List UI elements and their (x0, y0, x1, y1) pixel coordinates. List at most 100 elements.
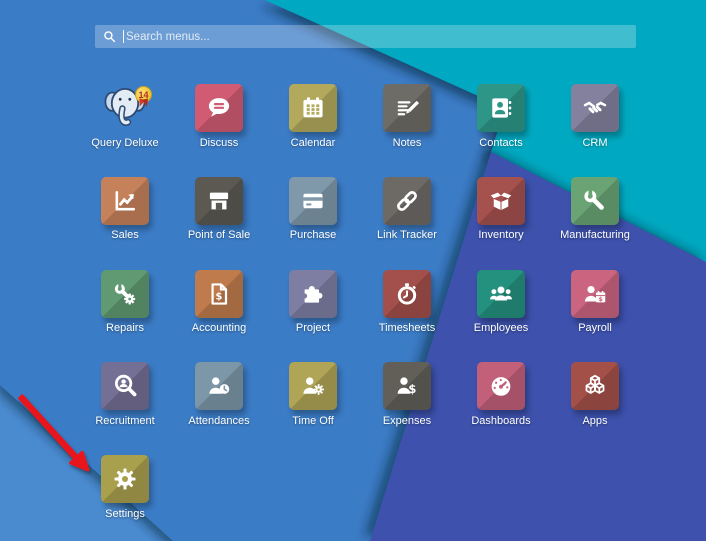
app-tile[interactable] (289, 84, 337, 132)
app-tile[interactable] (101, 270, 149, 318)
app-label: Time Off (292, 415, 334, 427)
app-employees[interactable]: Employees (477, 270, 525, 332)
app-payroll[interactable]: Payroll (571, 270, 619, 332)
app-recruitment[interactable]: Recruitment (101, 362, 149, 424)
app-label: Dashboards (471, 415, 530, 427)
app-label: Project (296, 322, 330, 334)
app-calendar[interactable]: Calendar (289, 84, 337, 146)
crm-icon (581, 94, 609, 122)
app-tile[interactable] (289, 177, 337, 225)
app-label: Timesheets (379, 322, 435, 334)
app-tile[interactable] (101, 177, 149, 225)
app-settings[interactable]: Settings (101, 455, 149, 517)
app-tile[interactable] (383, 362, 431, 410)
app-label: Query Deluxe (91, 137, 158, 149)
app-tile[interactable] (383, 177, 431, 225)
app-label: Recruitment (95, 415, 154, 427)
app-label: Repairs (106, 322, 144, 334)
app-label: CRM (582, 137, 607, 149)
app-tile[interactable] (195, 177, 243, 225)
app-tile[interactable] (477, 84, 525, 132)
app-accounting[interactable]: Accounting (195, 270, 243, 332)
recruitment-icon (111, 372, 139, 400)
dashboards-icon (487, 372, 515, 400)
sales-icon (111, 187, 139, 215)
app-label: Inventory (478, 229, 523, 241)
app-attendances[interactable]: Attendances (195, 362, 243, 424)
app-tile[interactable] (101, 455, 149, 503)
app-label: Link Tracker (377, 229, 437, 241)
app-tile[interactable] (289, 270, 337, 318)
app-label: Employees (474, 322, 528, 334)
calendar-icon (299, 94, 327, 122)
app-tile[interactable] (571, 177, 619, 225)
app-timesheets[interactable]: Timesheets (383, 270, 431, 332)
app-tile[interactable] (477, 177, 525, 225)
app-link-tracker[interactable]: Link Tracker (383, 177, 431, 239)
app-label: Notes (393, 137, 422, 149)
app-crm[interactable]: CRM (571, 84, 619, 146)
search-input[interactable] (126, 31, 628, 43)
app-tile[interactable] (477, 270, 525, 318)
app-tile[interactable] (477, 362, 525, 410)
app-label: Apps (582, 415, 607, 427)
app-repairs[interactable]: Repairs (101, 270, 149, 332)
app-expenses[interactable]: Expenses (383, 362, 431, 424)
app-notes[interactable]: Notes (383, 84, 431, 146)
app-label: Calendar (291, 137, 336, 149)
app-label: Accounting (192, 322, 246, 334)
app-drawer: $ $ (0, 0, 706, 541)
app-label: Discuss (200, 137, 239, 149)
app-query-deluxe[interactable]: 14 Query Deluxe (101, 84, 149, 146)
app-inventory[interactable]: Inventory (477, 177, 525, 239)
contacts-icon (487, 94, 515, 122)
app-tile[interactable] (571, 362, 619, 410)
project-icon (299, 280, 327, 308)
app-tile[interactable] (195, 362, 243, 410)
app-discuss[interactable]: Discuss (195, 84, 243, 146)
app-label: Purchase (290, 229, 336, 241)
app-manufacturing[interactable]: Manufacturing (571, 177, 619, 239)
app-tile[interactable] (571, 270, 619, 318)
app-label: Contacts (479, 137, 522, 149)
app-label: Manufacturing (560, 229, 630, 241)
app-label: Payroll (578, 322, 612, 334)
app-tile[interactable] (101, 362, 149, 410)
settings-icon (111, 465, 139, 493)
text-caret (123, 30, 124, 43)
apps-icon (581, 372, 609, 400)
app-grid: 14 Query Deluxe Discuss Calendar N (101, 84, 619, 517)
purchase-icon (299, 187, 327, 215)
app-tile[interactable] (571, 84, 619, 132)
app-tile[interactable] (195, 84, 243, 132)
app-purchase[interactable]: Purchase (289, 177, 337, 239)
discuss-icon (205, 94, 233, 122)
timeoff-icon (299, 372, 327, 400)
search-bar[interactable] (95, 25, 636, 48)
app-tile[interactable] (195, 270, 243, 318)
app-time-off[interactable]: Time Off (289, 362, 337, 424)
app-sales[interactable]: Sales (101, 177, 149, 239)
app-dashboards[interactable]: Dashboards (477, 362, 525, 424)
app-tile[interactable] (289, 362, 337, 410)
accounting-icon (205, 280, 233, 308)
notes-icon (393, 94, 421, 122)
app-label: Attendances (188, 415, 249, 427)
app-label: Settings (105, 508, 145, 520)
app-project[interactable]: Project (289, 270, 337, 332)
payroll-icon (581, 280, 609, 308)
repairs-icon (111, 280, 139, 308)
app-tile[interactable] (383, 84, 431, 132)
app-label: Point of Sale (188, 229, 250, 241)
app-tile[interactable]: 14 (101, 84, 149, 132)
app-point-of-sale[interactable]: Point of Sale (195, 177, 243, 239)
pos-icon (205, 187, 233, 215)
app-contacts[interactable]: Contacts (477, 84, 525, 146)
app-tile[interactable] (383, 270, 431, 318)
link-icon (393, 187, 421, 215)
search-icon (103, 30, 116, 43)
employees-icon (487, 280, 515, 308)
inventory-icon (487, 187, 515, 215)
app-label: Expenses (383, 415, 431, 427)
app-apps[interactable]: Apps (571, 362, 619, 424)
